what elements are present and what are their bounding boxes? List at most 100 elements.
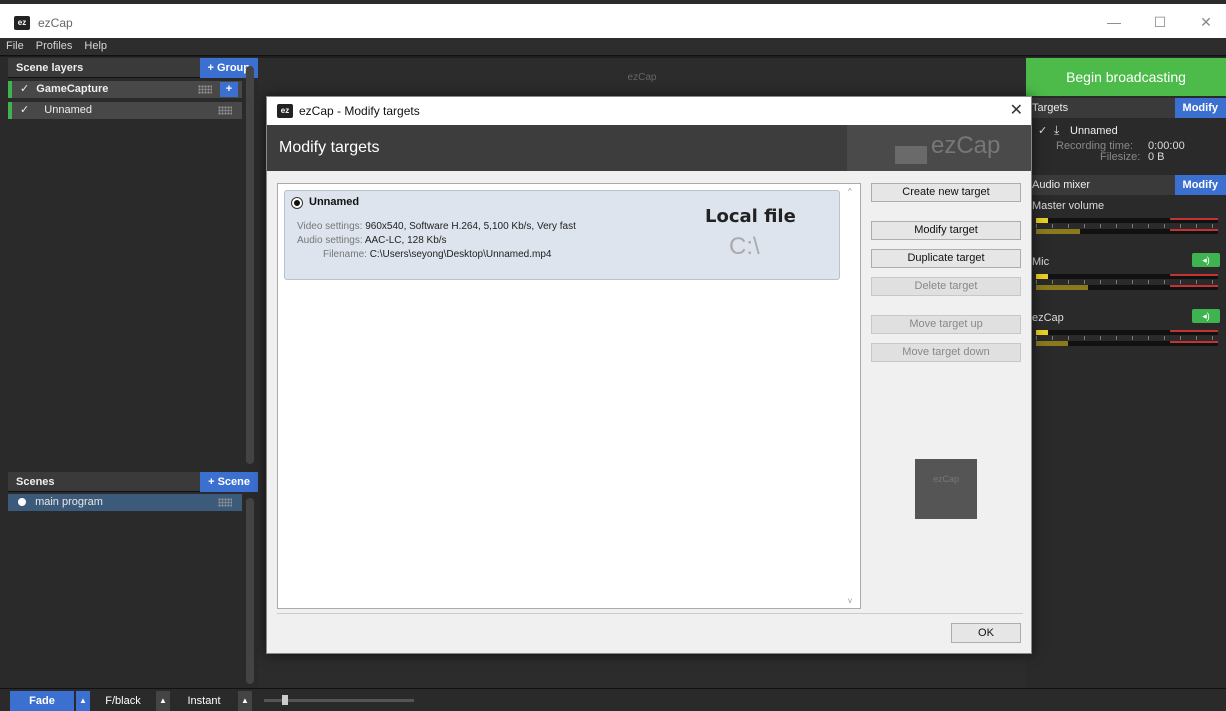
dialog-close-button[interactable]: ✕ [1010, 100, 1023, 120]
targets-modify-button[interactable]: Modify [1174, 98, 1226, 118]
begin-broadcasting-button[interactable]: Begin broadcasting [1026, 58, 1226, 96]
target-radio[interactable] [291, 197, 303, 209]
targets-header: Targets Modify [1026, 98, 1226, 118]
transition-bar: Fade ▲ F/black ▲ Instant ▲ [0, 688, 1226, 711]
slider-handle[interactable] [282, 695, 288, 705]
dialog-separator [277, 613, 1023, 614]
target-summary: ✓ ⤓ Unnamed Recording time: 0:00:00 File… [1030, 120, 1222, 172]
master-volume-slider[interactable] [1036, 229, 1218, 234]
layer-checkbox[interactable]: ✓ [20, 83, 29, 95]
target-type: Local file [705, 206, 796, 227]
master-volume-meter[interactable] [1036, 218, 1218, 223]
scenes-title: Scenes [16, 476, 55, 488]
menu-profiles[interactable]: Profiles [30, 38, 79, 54]
instant-button[interactable]: Instant [174, 691, 234, 711]
ezcap-speaker-icon[interactable]: ◂) [1192, 309, 1220, 323]
meter-ticks [1036, 224, 1218, 228]
filename-label: Filename: [323, 249, 367, 260]
scene-layers-header: Scene layers + Group [8, 58, 258, 78]
close-button[interactable]: ✕ [1192, 12, 1220, 32]
video-settings-value: 960x540, Software H.264, 5,100 Kb/s, Ver… [365, 221, 576, 232]
filename-row: Filename: C:\Users\seyong\Desktop\Unname… [323, 249, 551, 260]
dialog-header: Modify targets ezCap [267, 125, 1031, 171]
duplicate-target-button[interactable]: Duplicate target [871, 249, 1021, 268]
meter-ticks [1036, 336, 1218, 340]
layer-checkbox[interactable]: ✓ [20, 104, 29, 116]
menu-file[interactable]: File [0, 38, 30, 54]
scene-label: main program [35, 496, 103, 508]
scene-item[interactable]: main program [8, 494, 242, 511]
download-icon: ⤓ [1054, 123, 1060, 137]
preview-label: ezCap [627, 72, 657, 83]
window-title: ezCap [38, 16, 73, 30]
add-layer-button[interactable]: + [220, 82, 238, 97]
menu-bar: File Profiles Help [0, 38, 1226, 56]
audio-mixer-header: Audio mixer Modify [1026, 175, 1226, 195]
layer-label: Unnamed [44, 104, 92, 116]
dialog-titlebar: ez ezCap - Modify targets ✕ [267, 97, 1031, 125]
brand-text: ezCap [931, 132, 1001, 159]
brand-block-icon [895, 146, 927, 164]
drag-handle-icon[interactable] [198, 85, 212, 94]
target-name: Unnamed [309, 196, 360, 208]
mic-volume-slider[interactable] [1036, 285, 1218, 290]
layer-row-unnamed[interactable]: ✓ Unnamed [8, 102, 242, 119]
scroll-up-icon[interactable]: ^ [848, 187, 852, 196]
drag-handle-icon[interactable] [218, 106, 232, 115]
mic-speaker-icon[interactable]: ◂) [1192, 253, 1220, 267]
audio-settings-label: Audio settings: [297, 235, 363, 246]
drag-handle-icon[interactable] [218, 498, 232, 507]
app-logo-icon: ez [14, 16, 30, 30]
audio-mixer-title: Audio mixer [1032, 179, 1091, 191]
maximize-button[interactable]: ☐ [1146, 12, 1174, 32]
targets-title: Targets [1032, 102, 1069, 114]
mic-label: Mic [1032, 256, 1050, 268]
fblack-options-button[interactable]: ▲ [156, 691, 170, 711]
audio-mixer-modify-button[interactable]: Modify [1174, 175, 1226, 195]
scenes-header: Scenes + Scene [8, 472, 258, 492]
left-panel [0, 57, 258, 688]
fblack-button[interactable]: F/black [94, 691, 152, 711]
video-settings-row: Video settings: 960x540, Software H.264,… [297, 221, 576, 232]
move-target-up-button[interactable]: Move target up [871, 315, 1021, 334]
meter-ticks [1036, 280, 1218, 284]
scenes-scrollbar[interactable] [246, 498, 254, 684]
master-volume-label: Master volume [1032, 200, 1105, 212]
targets-list-scrollbar[interactable]: ^ v [845, 185, 859, 607]
mic-meter[interactable] [1036, 274, 1218, 279]
filesize-value: 0 B [1148, 151, 1165, 163]
modify-targets-dialog: ez ezCap - Modify targets ✕ Modify targe… [266, 96, 1032, 654]
ezcap-volume-slider[interactable] [1036, 341, 1218, 346]
radio-dot-icon [18, 498, 26, 506]
delete-target-button[interactable]: Delete target [871, 277, 1021, 296]
target-card[interactable]: Unnamed Video settings: 960x540, Softwar… [284, 190, 840, 280]
move-target-down-button[interactable]: Move target down [871, 343, 1021, 362]
instant-options-button[interactable]: ▲ [238, 691, 252, 711]
ezcap-channel-label: ezCap [1032, 312, 1064, 324]
add-scene-button[interactable]: + Scene [200, 472, 258, 492]
dialog-title: ezCap - Modify targets [299, 104, 420, 118]
audio-settings-row: Audio settings: AAC-LC, 128 Kb/s [297, 235, 447, 246]
ezcap-meter[interactable] [1036, 330, 1218, 335]
fade-options-button[interactable]: ▲ [76, 691, 90, 711]
video-settings-label: Video settings: [297, 221, 363, 232]
dialog-logo-icon: ez [277, 104, 293, 118]
window-titlebar: ez ezCap — ☐ ✕ [0, 0, 1226, 38]
minimize-button[interactable]: — [1100, 12, 1128, 32]
layer-label: GameCapture [36, 83, 109, 95]
target-checkbox[interactable]: ✓ [1038, 124, 1047, 137]
modify-target-button[interactable]: Modify target [871, 221, 1021, 240]
filesize-label: Filesize: [1100, 151, 1141, 163]
scene-layers-scrollbar[interactable] [246, 66, 254, 464]
dialog-heading: Modify targets [279, 139, 380, 156]
scroll-down-icon[interactable]: v [848, 596, 852, 605]
target-summary-name: Unnamed [1070, 125, 1118, 137]
targets-list[interactable]: Unnamed Video settings: 960x540, Softwar… [277, 183, 861, 609]
ok-button[interactable]: OK [951, 623, 1021, 643]
scene-layers-title: Scene layers [16, 62, 84, 74]
layer-row-gamecapture[interactable]: ✓ GameCapture + [8, 81, 242, 98]
target-thumbnail: ezCap [915, 459, 977, 519]
fade-button[interactable]: Fade [10, 691, 74, 711]
menu-help[interactable]: Help [78, 38, 113, 54]
create-target-button[interactable]: Create new target [871, 183, 1021, 202]
